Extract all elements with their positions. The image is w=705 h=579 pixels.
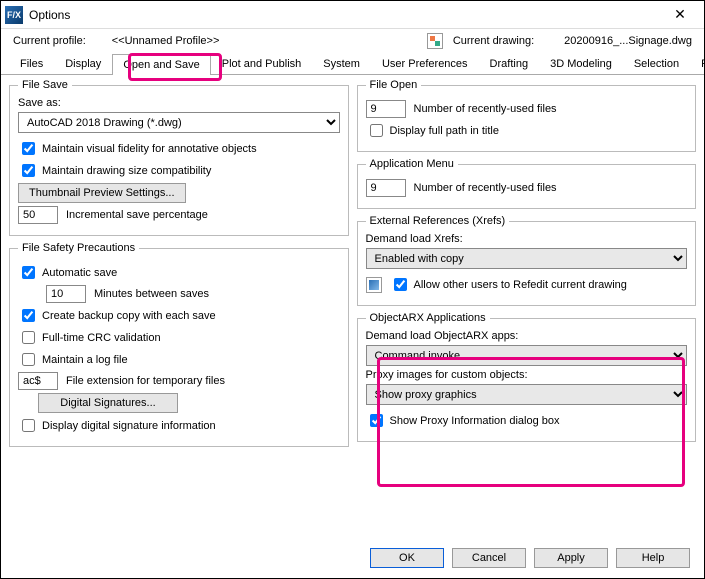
file-open-legend: File Open	[366, 79, 422, 91]
profile-label: Current profile:	[13, 35, 86, 47]
proxy-select[interactable]: Show proxy graphics	[366, 384, 688, 405]
thumbnail-settings-button[interactable]: Thumbnail Preview Settings...	[18, 183, 186, 203]
allow-refedit-check[interactable]: Allow other users to Refedit current dra…	[366, 275, 688, 294]
profile-row: Current profile: <<Unnamed Profile>> Cur…	[1, 29, 704, 53]
tab-user-preferences[interactable]: User Preferences	[371, 53, 479, 74]
objectarx-group: ObjectARX Applications Demand load Objec…	[357, 312, 697, 442]
options-dialog: F/X Options ✕ Current profile: <<Unnamed…	[0, 0, 705, 579]
tabs: FilesDisplayOpen and SavePlot and Publis…	[1, 53, 704, 75]
app-recent-label: Number of recently-used files	[414, 182, 557, 194]
drawing-value: 20200916_...Signage.dwg	[564, 35, 692, 47]
refedit-icon	[366, 277, 382, 293]
show-proxy-check[interactable]: Show Proxy Information dialog box	[366, 411, 688, 430]
crc-check[interactable]: Full-time CRC validation	[18, 328, 340, 347]
full-path-check[interactable]: Display full path in title	[366, 121, 688, 140]
save-as-select[interactable]: AutoCAD 2018 Drawing (*.dwg)	[18, 112, 340, 133]
proxy-label: Proxy images for custom objects:	[366, 369, 688, 381]
maintain-size-check[interactable]: Maintain drawing size compatibility	[18, 161, 340, 180]
tab-plot-and-publish[interactable]: Plot and Publish	[211, 53, 313, 74]
close-icon[interactable]: ✕	[660, 6, 700, 23]
cancel-button[interactable]: Cancel	[452, 548, 526, 568]
maintain-visual-check[interactable]: Maintain visual fidelity for annotative …	[18, 139, 340, 158]
file-ext-label: File extension for temporary files	[66, 375, 225, 387]
tab-3d-modeling[interactable]: 3D Modeling	[539, 53, 623, 74]
arx-demand-select[interactable]: Command invoke	[366, 345, 688, 366]
profile-value: <<Unnamed Profile>>	[112, 35, 220, 47]
help-button[interactable]: Help	[616, 548, 690, 568]
log-check[interactable]: Maintain a log file	[18, 350, 340, 369]
recent-files-label: Number of recently-used files	[414, 103, 557, 115]
app-menu-legend: Application Menu	[366, 158, 458, 170]
tab-drafting[interactable]: Drafting	[479, 53, 540, 74]
file-save-legend: File Save	[18, 79, 72, 91]
xref-demand-label: Demand load Xrefs:	[366, 233, 688, 245]
digital-signatures-button[interactable]: Digital Signatures...	[38, 393, 178, 413]
file-safety-group: File Safety Precautions Automatic save M…	[9, 242, 349, 447]
dialog-buttons: OK Cancel Apply Help	[370, 548, 690, 568]
xref-legend: External References (Xrefs)	[366, 215, 510, 227]
drawing-label: Current drawing:	[453, 35, 534, 47]
tab-files[interactable]: Files	[9, 53, 54, 74]
apply-button[interactable]: Apply	[534, 548, 608, 568]
titlebar: F/X Options ✕	[1, 1, 704, 29]
ok-button[interactable]: OK	[370, 548, 444, 568]
xref-demand-select[interactable]: Enabled with copy	[366, 248, 688, 269]
backup-check[interactable]: Create backup copy with each save	[18, 306, 340, 325]
dwg-icon	[427, 33, 443, 49]
tab-system[interactable]: System	[312, 53, 371, 74]
incremental-save-label: Incremental save percentage	[66, 209, 208, 221]
xref-group: External References (Xrefs) Demand load …	[357, 215, 697, 306]
app-menu-group: Application Menu Number of recently-used…	[357, 158, 697, 209]
tab-selection[interactable]: Selection	[623, 53, 690, 74]
file-safety-legend: File Safety Precautions	[18, 242, 139, 254]
tab-profiles[interactable]: Profiles	[690, 53, 705, 74]
arx-demand-label: Demand load ObjectARX apps:	[366, 330, 688, 342]
automatic-save-check[interactable]: Automatic save	[18, 263, 340, 282]
window-title: Options	[29, 8, 660, 22]
objectarx-legend: ObjectARX Applications	[366, 312, 490, 324]
minutes-label: Minutes between saves	[94, 288, 209, 300]
file-ext-input[interactable]	[18, 372, 58, 390]
incremental-save-input[interactable]	[18, 206, 58, 224]
save-as-label: Save as:	[18, 97, 340, 109]
minutes-input[interactable]	[46, 285, 86, 303]
tab-open-and-save[interactable]: Open and Save	[112, 54, 210, 75]
display-sig-check[interactable]: Display digital signature information	[18, 416, 340, 435]
recent-files-input[interactable]	[366, 100, 406, 118]
tab-display[interactable]: Display	[54, 53, 112, 74]
app-icon: F/X	[5, 6, 23, 24]
file-save-group: File Save Save as: AutoCAD 2018 Drawing …	[9, 79, 349, 236]
file-open-group: File Open Number of recently-used files …	[357, 79, 697, 152]
app-recent-input[interactable]	[366, 179, 406, 197]
